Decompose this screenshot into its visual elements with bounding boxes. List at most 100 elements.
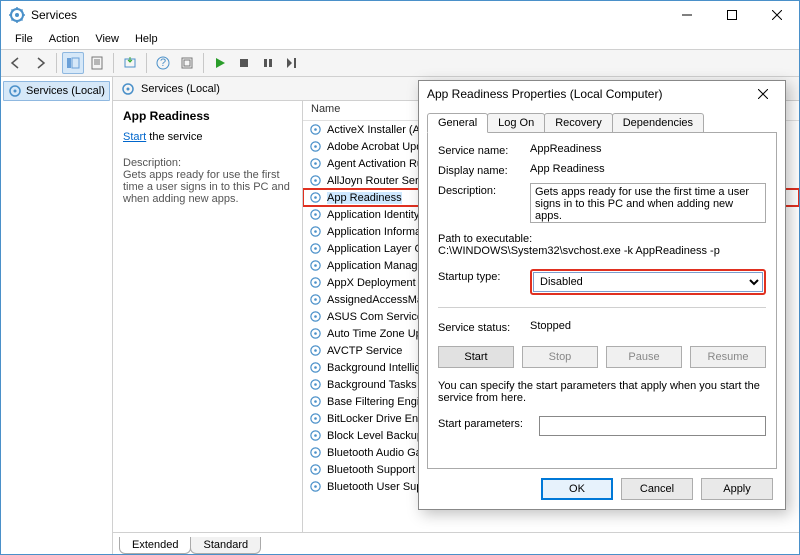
list-item-label: AllJoyn Router Servi bbox=[327, 175, 427, 187]
tab-logon[interactable]: Log On bbox=[487, 113, 545, 133]
gear-icon bbox=[309, 412, 323, 426]
restart-service-button[interactable] bbox=[281, 52, 303, 74]
gear-icon bbox=[8, 84, 22, 98]
list-item-label: Background Tasks In bbox=[327, 379, 429, 391]
close-button[interactable] bbox=[754, 1, 799, 29]
dialog-tabs: General Log On Recovery Dependencies bbox=[419, 107, 785, 133]
start-button[interactable]: Start bbox=[438, 346, 514, 368]
service-name-value: AppReadiness bbox=[530, 143, 766, 155]
list-item-label: Application Layer G bbox=[327, 243, 423, 255]
maximize-button[interactable] bbox=[709, 1, 754, 29]
start-line: Start the service bbox=[123, 131, 292, 143]
gear-icon bbox=[309, 140, 323, 154]
list-item-label: Base Filtering Engin bbox=[327, 396, 425, 408]
display-name-value: App Readiness bbox=[530, 163, 766, 175]
refresh-button[interactable] bbox=[176, 52, 198, 74]
list-item-label: Application Manage bbox=[327, 260, 424, 272]
startup-type-highlight: Disabled bbox=[530, 269, 766, 295]
menu-action[interactable]: Action bbox=[41, 31, 88, 47]
gear-icon bbox=[309, 344, 323, 358]
pause-service-button[interactable] bbox=[257, 52, 279, 74]
tab-dependencies[interactable]: Dependencies bbox=[612, 113, 704, 133]
tab-standard[interactable]: Standard bbox=[190, 537, 261, 554]
gear-icon bbox=[309, 191, 323, 205]
startup-type-label: Startup type: bbox=[438, 269, 524, 283]
description-pane: App Readiness Start the service Descript… bbox=[113, 101, 303, 532]
window-title: Services bbox=[31, 8, 664, 22]
dialog-description-label: Description: bbox=[438, 183, 524, 197]
gear-icon bbox=[309, 463, 323, 477]
gear-icon bbox=[309, 174, 323, 188]
start-params-note: You can specify the start parameters tha… bbox=[438, 380, 766, 404]
tab-general[interactable]: General bbox=[427, 113, 488, 133]
list-item-label: Bluetooth Audio Ga bbox=[327, 447, 422, 459]
properties-dialog: App Readiness Properties (Local Computer… bbox=[418, 80, 786, 510]
start-params-input[interactable] bbox=[539, 416, 766, 436]
list-item-label: App Readiness bbox=[327, 192, 402, 204]
gear-icon bbox=[309, 208, 323, 222]
start-link[interactable]: Start bbox=[123, 131, 146, 143]
tree-root[interactable]: Services (Local) bbox=[3, 81, 110, 101]
start-service-button[interactable] bbox=[209, 52, 231, 74]
list-item-label: Bluetooth Support S bbox=[327, 464, 425, 476]
list-item-label: Auto Time Zone Up bbox=[327, 328, 422, 340]
properties-button[interactable] bbox=[86, 52, 108, 74]
list-item-label: ActiveX Installer (Ax bbox=[327, 124, 425, 136]
start-params-label: Start parameters: bbox=[438, 416, 533, 430]
stop-service-button[interactable] bbox=[233, 52, 255, 74]
gear-icon bbox=[309, 157, 323, 171]
startup-type-select[interactable]: Disabled bbox=[533, 272, 763, 292]
services-icon bbox=[9, 7, 25, 23]
display-name-label: Display name: bbox=[438, 163, 524, 177]
gear-icon bbox=[309, 242, 323, 256]
description-text: Gets apps ready for use the first time a… bbox=[123, 169, 292, 205]
apply-button[interactable]: Apply bbox=[701, 478, 773, 500]
gear-icon bbox=[309, 480, 323, 494]
list-item-label: Adobe Acrobat Upd bbox=[327, 141, 422, 153]
list-item-label: ASUS Com Service bbox=[327, 311, 423, 323]
gear-icon bbox=[309, 293, 323, 307]
pause-button[interactable]: Pause bbox=[606, 346, 682, 368]
list-item-label: Agent Activation Ru bbox=[327, 158, 423, 170]
export-button[interactable] bbox=[119, 52, 141, 74]
list-item-label: BitLocker Drive Encr bbox=[327, 413, 427, 425]
list-item-label: Background Intellig bbox=[327, 362, 421, 374]
ok-button[interactable]: OK bbox=[541, 478, 613, 500]
svg-text:?: ? bbox=[160, 57, 166, 69]
gear-icon bbox=[309, 225, 323, 239]
stop-button[interactable]: Stop bbox=[522, 346, 598, 368]
bottom-tabbar: Extended Standard bbox=[113, 532, 799, 554]
gear-icon bbox=[309, 123, 323, 137]
gear-icon bbox=[309, 259, 323, 273]
menu-view[interactable]: View bbox=[87, 31, 127, 47]
list-item-label: AVCTP Service bbox=[327, 345, 402, 357]
list-item-label: Application Identity bbox=[327, 209, 419, 221]
path-value: C:\WINDOWS\System32\svchost.exe -k AppRe… bbox=[438, 245, 766, 257]
forward-button[interactable] bbox=[29, 52, 51, 74]
help-button[interactable]: ? bbox=[152, 52, 174, 74]
dialog-titlebar: App Readiness Properties (Local Computer… bbox=[419, 81, 785, 107]
back-button[interactable] bbox=[5, 52, 27, 74]
list-item-label: Application Informa bbox=[327, 226, 421, 238]
toolbar: ? bbox=[1, 49, 799, 77]
tab-extended[interactable]: Extended bbox=[119, 537, 191, 554]
gear-icon bbox=[309, 310, 323, 324]
cancel-button[interactable]: Cancel bbox=[621, 478, 693, 500]
dialog-title: App Readiness Properties (Local Computer… bbox=[427, 87, 749, 101]
menubar: File Action View Help bbox=[1, 29, 799, 49]
dialog-close-button[interactable] bbox=[749, 83, 777, 105]
tab-recovery[interactable]: Recovery bbox=[544, 113, 612, 133]
gear-icon bbox=[309, 276, 323, 290]
titlebar: Services bbox=[1, 1, 799, 29]
list-item-label: Bluetooth User Supp bbox=[327, 481, 429, 493]
gear-icon bbox=[309, 361, 323, 375]
minimize-button[interactable] bbox=[664, 1, 709, 29]
gear-icon bbox=[309, 395, 323, 409]
menu-file[interactable]: File bbox=[7, 31, 41, 47]
tree-pane: Services (Local) bbox=[1, 77, 113, 554]
resume-button[interactable]: Resume bbox=[690, 346, 766, 368]
menu-help[interactable]: Help bbox=[127, 31, 166, 47]
dialog-description-text[interactable]: Gets apps ready for use the first time a… bbox=[530, 183, 766, 223]
main-header-title: Services (Local) bbox=[141, 83, 220, 95]
show-hide-tree-button[interactable] bbox=[62, 52, 84, 74]
